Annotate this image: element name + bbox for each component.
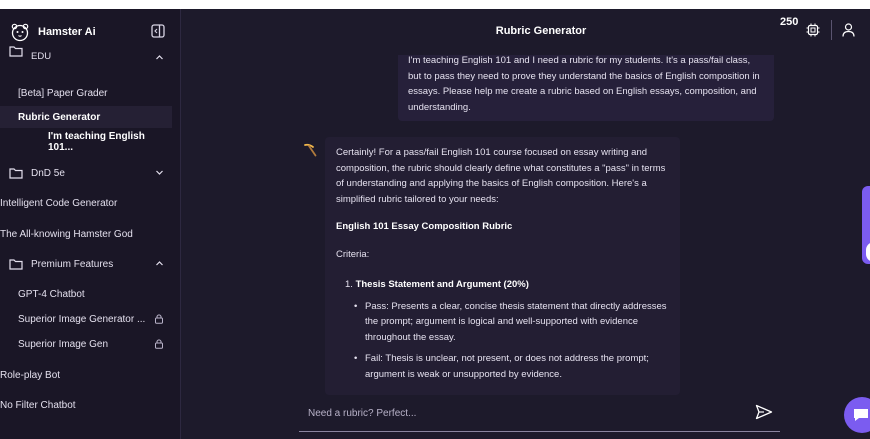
chat-input[interactable] [308,404,738,422]
chevron-up-icon [156,55,163,60]
sidebar-item-label: [Beta] Paper Grader [18,87,108,99]
pickaxe-icon [304,143,317,157]
sidebar-item-roleplay[interactable]: Role-play Bot [0,364,172,386]
folder-premium-label: Premium Features [31,258,114,270]
user-message: I'm teaching English 101 and I need a ru… [398,55,774,121]
credits-count: 250 [780,16,799,28]
folder-dnd-label: DnD 5e [31,167,65,179]
sidebar-item-no-filter[interactable]: No Filter Chatbot [0,394,172,416]
folder-icon [9,46,23,57]
criteria-label: Criteria: [336,248,370,260]
user-icon[interactable] [842,23,855,37]
sidebar-item-label: Role-play Bot [0,369,61,381]
sidebar-item-label: Rubric Generator [18,111,101,123]
folder-dnd[interactable]: DnD 5e [0,162,172,184]
folder-edu-label: EDU [31,51,52,62]
sidebar-item-gpt4[interactable]: GPT-4 Chatbot [0,283,172,305]
sidebar-item-hamster-god[interactable]: The All-knowing Hamster God [0,223,172,245]
sidebar-item-label: The All-knowing Hamster God [0,228,133,240]
support-chat-button[interactable] [844,397,870,433]
rubric-heading: English 101 Essay Composition Rubric [336,221,513,232]
sidebar-item-superior-image-generator[interactable]: Superior Image Generator ... [0,308,172,330]
assistant-intro: Certainly! For a pass/fail English 101 c… [336,147,666,205]
chevron-down-icon [156,170,163,175]
criterion-pass: Pass: Presents a clear, concise thesis s… [354,299,669,346]
sidebar-item-label: Superior Image Gen [18,338,109,350]
chat-header: Rubric Generator [181,9,870,55]
app-name: Hamster Ai [38,26,96,38]
sidebar-item-rubric-generator[interactable]: Rubric Generator [0,106,172,128]
send-icon[interactable] [755,404,773,420]
header-divider [831,20,832,40]
lock-icon [155,339,163,349]
top-strip [0,0,870,9]
folder-icon [9,258,23,270]
chat-bubble-icon [854,409,868,421]
sidebar-item-label: No Filter Chatbot [0,399,76,411]
criterion-fail: Fail: Thesis is unclear, not present, or… [354,351,669,382]
hamster-logo-icon [11,23,29,42]
folder-edu[interactable]: EDU [0,46,172,66]
chat-composer [299,398,780,432]
sidebar-item-label: Intelligent Code Generator [0,197,118,209]
sidebar-item-chat-english[interactable]: I'm teaching English 101... [0,131,172,153]
brand[interactable]: Hamster Ai [10,22,96,42]
credit-chip-icon[interactable] [806,23,820,37]
sidebar-collapse-icon[interactable] [151,24,165,38]
criterion-number: 1. [345,279,353,290]
folder-premium[interactable]: Premium Features [0,253,172,275]
user-message-text: I'm teaching English 101 and I need a ru… [408,55,760,113]
assistant-message: Certainly! For a pass/fail English 101 c… [325,137,680,395]
page-title: Rubric Generator [495,25,587,37]
sidebar-item-label: Superior Image Generator ... [18,313,146,325]
chevron-up-icon [156,261,163,266]
sidebar: Hamster Ai EDU [Beta] Paper Grader Rubri… [0,9,181,439]
criterion-title-text: Thesis Statement and Argument (20%) [355,279,529,290]
sidebar-item-superior-image-gen[interactable]: Superior Image Gen [0,333,172,355]
folder-icon [9,167,23,179]
sidebar-item-label: GPT-4 Chatbot [18,288,85,300]
sidebar-item-code-generator[interactable]: Intelligent Code Generator [0,192,172,214]
criterion-title: 1. Thesis Statement and Argument (20%) [345,277,669,293]
sidebar-item-label: I'm teaching English 101... [48,131,145,153]
lock-icon [155,314,163,324]
sidebar-item-paper-grader[interactable]: [Beta] Paper Grader [0,82,172,104]
